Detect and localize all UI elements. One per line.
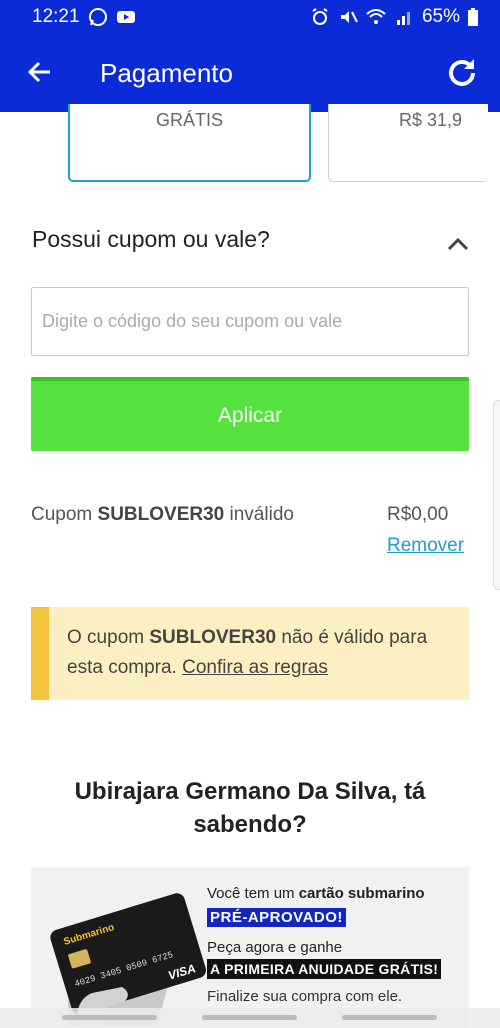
alarm-icon (312, 8, 328, 25)
youtube-icon (116, 11, 135, 23)
arrow-left-icon[interactable] (24, 56, 56, 88)
shipping-option-paid[interactable]: R$ 31,9 (328, 104, 488, 182)
signal-icon (396, 12, 410, 25)
refresh-icon[interactable] (443, 54, 481, 92)
battery-icon (468, 8, 478, 26)
invalid-coupon-alert: O cupom SUBLOVER30 não é válido para est… (31, 607, 469, 700)
recents-button[interactable] (62, 1015, 157, 1020)
banner-line-1: Você tem um cartão submarino (207, 885, 425, 902)
coupon-code-input[interactable] (31, 287, 469, 356)
app-bar: Pagamento (0, 34, 500, 112)
credit-card-illustration: Submarino 4029 3405 0509 6725 VISA (50, 893, 206, 1025)
page-title: Pagamento (100, 58, 233, 88)
coupon-section-title: Possui cupom ou vale? (32, 226, 270, 252)
alert-coupon-code: SUBLOVER30 (149, 627, 277, 648)
edge-panel-handle[interactable] (493, 400, 500, 590)
coupon-discount-value: R$0,00 (387, 504, 449, 525)
pre-approved-tag: PRÉ-APROVADO! (207, 908, 346, 927)
status-time: 12:21 (32, 6, 80, 27)
rules-link[interactable]: Confira as regras (182, 657, 328, 678)
coupon-status-prefix: Cupom (31, 504, 93, 525)
coupon-code: SUBLOVER30 (97, 504, 225, 525)
personal-greeting: Ubirajara Germano Da Silva, tá sabendo? (74, 778, 426, 838)
chevron-up-icon[interactable] (446, 236, 470, 252)
apply-coupon-button[interactable]: Aplicar (31, 377, 469, 451)
banner-line-3: Finalize sua compra com ele. (207, 988, 403, 1005)
battery-percent: 65% (421, 6, 460, 27)
banner-line-2: Peça agora e ganhe (207, 939, 343, 956)
credit-card-promo-banner[interactable]: Submarino 4029 3405 0509 6725 VISA Você … (31, 867, 469, 1028)
wifi-icon (366, 9, 386, 24)
remove-coupon-link[interactable]: Remover (387, 535, 464, 557)
shipping-option-free[interactable]: GRÁTIS (68, 104, 311, 182)
coupon-status-suffix: inválido (229, 504, 294, 525)
status-bar: 12:21 65% (0, 0, 500, 34)
shipping-price: R$ 31,9 (399, 110, 463, 130)
alert-prefix: O cupom (67, 627, 145, 648)
whatsapp-icon (88, 8, 107, 26)
home-button[interactable] (202, 1015, 297, 1020)
coupon-status: Cupom SUBLOVER30 inválido (31, 504, 294, 526)
navigation-bar (0, 1008, 500, 1028)
back-button[interactable] (342, 1015, 437, 1020)
mute-icon (340, 11, 358, 23)
first-annuity-free-tag: A PRIMEIRA ANUIDADE GRÁTIS! (207, 959, 442, 979)
shipping-price: GRÁTIS (155, 110, 223, 130)
